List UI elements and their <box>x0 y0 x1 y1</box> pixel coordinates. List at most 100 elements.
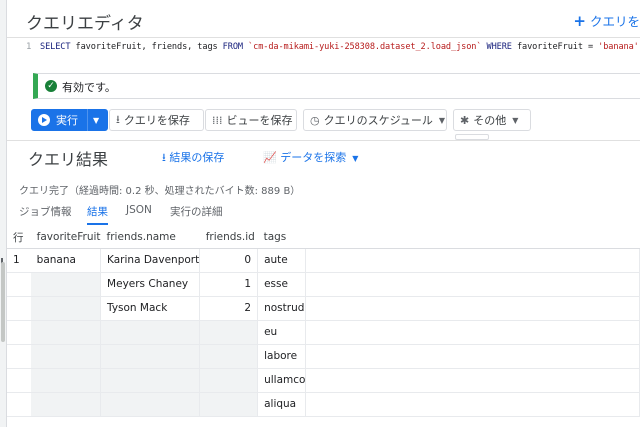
clock-icon: ◷ <box>310 113 320 127</box>
filler-cell <box>305 272 640 297</box>
favoritefruit-cell <box>30 320 102 345</box>
tags-cell: aute <box>257 248 307 273</box>
schedule-label: クエリのスケジュール <box>323 114 433 127</box>
sql-editor[interactable]: 1 SELECT favoriteFruit, friends, tags FR… <box>7 38 640 60</box>
sql-columns: favoriteFruit, friends, tags <box>70 42 223 52</box>
table-row: Tyson Mack 2 nostrud <box>7 296 640 321</box>
run-dropdown-icon[interactable]: ▼ <box>93 116 99 125</box>
table-header-row: 行 favoriteFruit friends.name friends.id … <box>7 227 640 249</box>
tab-job-info[interactable]: ジョブ情報 <box>19 204 72 223</box>
more-button[interactable]: ✱ その他 ▼ <box>453 109 531 131</box>
tab-execution-details[interactable]: 実行の詳細 <box>170 204 223 223</box>
column-header-friends-id: friends.id <box>199 227 258 249</box>
run-button[interactable]: 実行 ▼ <box>31 109 108 131</box>
friends-id-cell <box>199 392 259 417</box>
chevron-down-icon: ▼ <box>438 115 445 125</box>
favoritefruit-cell: banana <box>30 248 102 273</box>
table-row: eu <box>7 320 640 345</box>
favoritefruit-cell <box>30 296 102 321</box>
row-number-cell <box>7 296 31 321</box>
new-query-button[interactable]: + クエリを <box>573 11 640 30</box>
sql-condition: favoriteFruit = <box>511 42 599 52</box>
query-results-title: クエリ結果 <box>28 150 109 169</box>
results-table: 行 favoriteFruit friends.name friends.id … <box>7 227 640 417</box>
filler-cell <box>305 248 640 273</box>
grid-icon: ⁞⁞⁞ <box>212 113 223 127</box>
sql-keyword-select: SELECT <box>40 42 71 52</box>
schedule-query-button[interactable]: ◷ クエリのスケジュール ▼ <box>303 109 447 131</box>
row-number-cell <box>7 272 31 297</box>
friends-id-cell: 1 <box>199 272 259 297</box>
new-query-label: クエリを <box>589 14 640 29</box>
filler-cell <box>305 296 640 321</box>
friends-name-cell <box>100 344 201 369</box>
tags-cell: labore <box>257 344 307 369</box>
friends-name-cell <box>100 392 201 417</box>
column-header-row-number: 行 <box>7 227 31 249</box>
query-editor-header: クエリエディタ + クエリを <box>7 0 640 38</box>
sql-keyword-where: WHERE <box>486 42 512 52</box>
save-view-button[interactable]: ⁞⁞⁞ ビューを保存 <box>205 109 297 131</box>
friends-id-cell: 2 <box>199 296 259 321</box>
chart-icon: 📈 <box>263 151 281 164</box>
friends-id-cell <box>199 368 259 393</box>
query-editor-title: クエリエディタ <box>26 14 144 34</box>
row-number-cell <box>7 368 31 393</box>
column-header-tags: tags <box>257 227 306 249</box>
save-query-label: クエリを保存 <box>123 114 190 127</box>
results-tabs: ジョブ情報 結果 JSON 実行の詳細 <box>7 202 640 225</box>
chevron-down-icon: ▼ <box>512 115 519 125</box>
left-panel-strip <box>0 0 7 427</box>
friends-name-cell: Karina Davenport <box>100 248 201 273</box>
friends-name-cell: Tyson Mack <box>100 296 201 321</box>
filler-cell <box>305 320 640 345</box>
scrollbar-thumb[interactable] <box>1 262 5 342</box>
filler-cell <box>305 368 640 393</box>
sql-line[interactable]: SELECT favoriteFruit, friends, tags FROM… <box>40 42 639 52</box>
plus-icon: + <box>573 12 586 30</box>
friends-name-cell: Meyers Chaney <box>100 272 201 297</box>
sql-keyword-from: FROM <box>222 42 243 52</box>
favoritefruit-cell <box>30 344 102 369</box>
run-divider <box>87 109 88 131</box>
validation-banner: ✓ 有効です。 <box>33 73 640 99</box>
table-row: Meyers Chaney 1 esse <box>7 272 640 297</box>
table-row: ullamco <box>7 368 640 393</box>
more-label: その他 <box>473 114 507 127</box>
sql-table: `cm-da-mikami-yuki-258308.dataset_2.load… <box>242 42 487 52</box>
tags-cell: aliqua <box>257 392 307 417</box>
table-row: labore <box>7 344 640 369</box>
play-icon <box>38 114 50 126</box>
tab-json[interactable]: JSON <box>126 204 152 220</box>
row-number-cell <box>7 392 31 417</box>
save-query-button[interactable]: ⭳ クエリを保存 <box>109 109 204 131</box>
filler-cell <box>305 344 640 369</box>
query-status-text: クエリ完了（経過時間: 0.2 秒、処理されたバイト数: 889 B） <box>19 186 301 197</box>
tags-cell: esse <box>257 272 307 297</box>
save-results-label: 結果の保存 <box>169 151 225 164</box>
tags-cell: ullamco <box>257 368 307 393</box>
save-view-label: ビューを保存 <box>226 114 293 127</box>
filler-cell <box>305 392 640 417</box>
save-icon: ⭳ <box>116 112 120 126</box>
friends-name-cell <box>100 368 201 393</box>
query-results-header: クエリ結果 ⭳ 結果の保存 📈 データを探索 ▼ <box>7 140 640 170</box>
favoritefruit-cell <box>30 272 102 297</box>
table-row: aliqua <box>7 392 640 417</box>
column-header-friends-name: friends.name <box>100 227 200 249</box>
table-row: 1 banana Karina Davenport 0 aute <box>7 248 640 273</box>
friends-id-cell: 0 <box>199 248 259 273</box>
run-label: 実行 <box>56 114 78 127</box>
check-circle-icon: ✓ <box>45 80 57 92</box>
validation-message: 有効です。 <box>62 81 116 94</box>
column-header-favoritefruit: favoriteFruit <box>30 227 101 249</box>
row-number-cell: 1 <box>7 248 31 273</box>
explore-data-button[interactable]: 📈 データを探索 ▼ <box>263 149 358 165</box>
sql-value: 'banana' <box>598 42 639 52</box>
tab-results[interactable]: 結果 <box>87 204 108 225</box>
gear-icon: ✱ <box>460 113 470 127</box>
friends-name-cell <box>100 320 201 345</box>
save-results-button[interactable]: ⭳ 結果の保存 <box>162 149 224 168</box>
tags-cell: eu <box>257 320 307 345</box>
line-number: 1 <box>26 42 32 52</box>
